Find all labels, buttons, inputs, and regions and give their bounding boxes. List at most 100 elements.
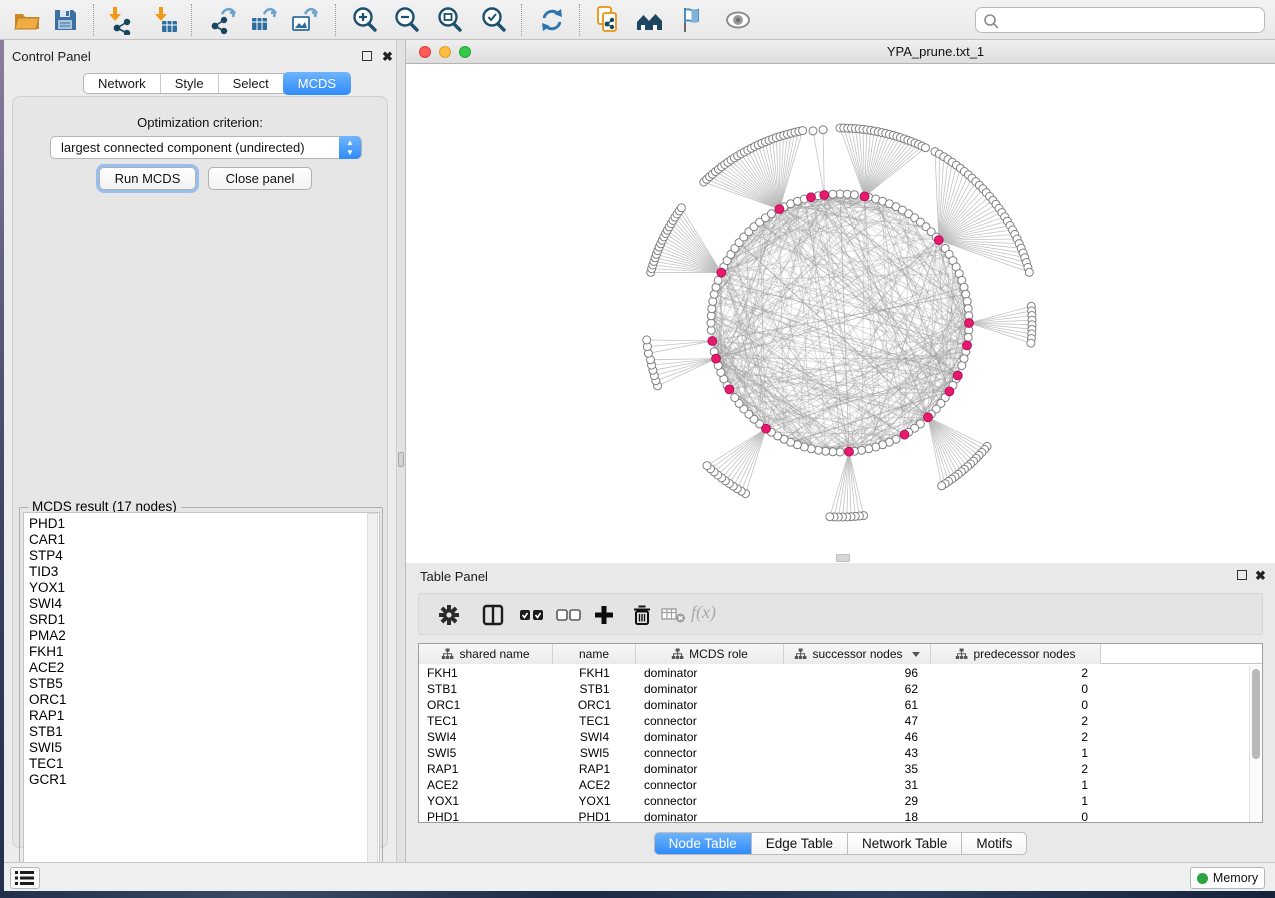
table-row[interactable]: ACE2ACE2connector311 — [419, 777, 1262, 793]
graph-node[interactable] — [819, 126, 827, 134]
column-header-shared-name[interactable]: shared name — [419, 644, 553, 664]
graph-hub-node[interactable] — [963, 341, 972, 350]
flag-icon[interactable] — [677, 5, 707, 35]
table-header[interactable]: shared namenameMCDS rolesuccessor nodesp… — [419, 644, 1262, 664]
search-input[interactable] — [975, 7, 1265, 33]
close-icon[interactable]: ✖ — [382, 49, 393, 65]
graph-hub-node[interactable] — [924, 413, 933, 422]
column-header-name[interactable]: name — [553, 644, 636, 664]
node-table[interactable]: shared namenameMCDS rolesuccessor nodesp… — [418, 643, 1263, 823]
graph-hub-node[interactable] — [965, 319, 974, 328]
column-header-successor-nodes[interactable]: successor nodes — [784, 644, 931, 664]
graph-node[interactable] — [677, 204, 685, 212]
graph-node[interactable] — [1025, 268, 1033, 276]
list-item[interactable]: TID3 — [29, 564, 379, 580]
scrollbar-thumb[interactable] — [1252, 669, 1260, 759]
delete-icon[interactable] — [630, 603, 654, 627]
list-item[interactable]: STP4 — [29, 548, 379, 564]
list-item[interactable]: ACE2 — [29, 660, 379, 676]
list-item[interactable]: STB5 — [29, 676, 379, 692]
splitter-handle[interactable] — [398, 452, 404, 467]
refresh-icon[interactable] — [537, 5, 567, 35]
vertical-splitter[interactable] — [396, 40, 406, 862]
graph-hub-node[interactable] — [953, 371, 962, 380]
table-row[interactable]: RAP1RAP1dominator352 — [419, 761, 1262, 777]
list-item[interactable]: PMA2 — [29, 628, 379, 644]
deselect-all-icon[interactable] — [556, 603, 580, 627]
clone-network-icon[interactable] — [593, 5, 623, 35]
graph-node[interactable] — [714, 276, 722, 284]
graph-node[interactable] — [1027, 339, 1035, 347]
export-table-icon[interactable] — [248, 5, 278, 35]
task-history-button[interactable] — [10, 867, 40, 889]
graph-hub-node[interactable] — [845, 447, 854, 456]
list-item[interactable]: CAR1 — [29, 532, 379, 548]
list-item[interactable]: STB1 — [29, 724, 379, 740]
table-row[interactable]: YOX1YOX1connector291 — [419, 793, 1262, 809]
export-image-icon[interactable] — [289, 5, 319, 35]
run-mcds-button[interactable]: Run MCDS — [99, 167, 196, 190]
zoom-fit-icon[interactable] — [435, 5, 465, 35]
float-window-icon[interactable] — [362, 51, 372, 61]
list-item[interactable]: SWI4 — [29, 596, 379, 612]
tab-mcds[interactable]: MCDS — [283, 72, 351, 95]
zoom-in-icon[interactable] — [350, 5, 380, 35]
graph-node[interactable] — [709, 297, 717, 305]
tab-edge-table[interactable]: Edge Table — [752, 832, 848, 855]
network-graph[interactable] — [406, 64, 1275, 563]
tab-network-table[interactable]: Network Table — [848, 832, 962, 855]
tab-select[interactable]: Select — [219, 74, 284, 93]
graph-node[interactable] — [814, 446, 822, 454]
list-item[interactable]: RAP1 — [29, 708, 379, 724]
close-icon[interactable]: ✖ — [1255, 568, 1266, 584]
graph-node[interactable] — [858, 446, 866, 454]
tab-node-table[interactable]: Node Table — [654, 832, 752, 855]
network-window-titlebar[interactable]: YPA_prune.txt_1 — [406, 40, 1275, 64]
graph-node[interactable] — [643, 336, 651, 344]
column-header-MCDS-role[interactable]: MCDS role — [636, 644, 784, 664]
graph-node[interactable] — [809, 127, 817, 135]
save-icon[interactable] — [50, 5, 80, 35]
table-row[interactable]: SWI5SWI5connector431 — [419, 745, 1262, 761]
table-row[interactable]: TEC1TEC1connector472 — [419, 713, 1262, 729]
list-item[interactable]: SWI5 — [29, 740, 379, 756]
list-item[interactable]: GCR1 — [29, 772, 379, 788]
graph-hub-node[interactable] — [820, 191, 829, 200]
graph-hub-node[interactable] — [934, 236, 943, 245]
graph-node[interactable] — [938, 482, 946, 490]
table-row[interactable]: PHD1PHD1dominator180 — [419, 809, 1262, 823]
tab-motifs[interactable]: Motifs — [962, 832, 1027, 855]
graph-hub-node[interactable] — [807, 193, 816, 202]
table-body[interactable]: FKH1FKH1dominator962STB1STB1dominator620… — [419, 665, 1262, 823]
graph-hub-node[interactable] — [945, 387, 954, 396]
eye-icon[interactable] — [723, 5, 753, 35]
graph-hub-node[interactable] — [762, 424, 771, 433]
tab-network[interactable]: Network — [84, 74, 161, 93]
split-columns-icon[interactable] — [481, 603, 505, 627]
list-item[interactable]: ORC1 — [29, 692, 379, 708]
select-all-icon[interactable] — [519, 603, 543, 627]
graph-hub-node[interactable] — [775, 205, 784, 214]
table-scrollbar[interactable] — [1249, 666, 1261, 822]
first-neighbors-icon[interactable] — [635, 5, 665, 35]
add-column-icon[interactable] — [592, 603, 616, 627]
graph-node[interactable] — [708, 305, 716, 313]
zoom-selected-icon[interactable] — [479, 5, 509, 35]
graph-hub-node[interactable] — [708, 337, 717, 346]
graph-hub-node[interactable] — [712, 354, 721, 363]
list-item[interactable]: YOX1 — [29, 580, 379, 596]
mcds-result-list[interactable]: PHD1CAR1STP4TID3YOX1SWI4SRD1PMA2FKH1ACE2… — [23, 512, 380, 875]
graph-node[interactable] — [731, 394, 739, 402]
memory-button[interactable]: Memory — [1190, 867, 1265, 889]
list-item[interactable]: TEC1 — [29, 756, 379, 772]
graph-node[interactable] — [822, 447, 830, 455]
network-view[interactable] — [406, 64, 1275, 563]
graph-node[interactable] — [958, 362, 966, 370]
zoom-out-icon[interactable] — [392, 5, 422, 35]
table-row[interactable]: STB1STB1dominator620 — [419, 681, 1262, 697]
graph-node[interactable] — [962, 290, 970, 298]
import-network-icon[interactable] — [104, 5, 134, 35]
table-row[interactable]: FKH1FKH1dominator962 — [419, 665, 1262, 681]
graph-node[interactable] — [865, 445, 873, 453]
optimization-criterion-select[interactable]: largest connected component (undirected)… — [50, 136, 362, 159]
